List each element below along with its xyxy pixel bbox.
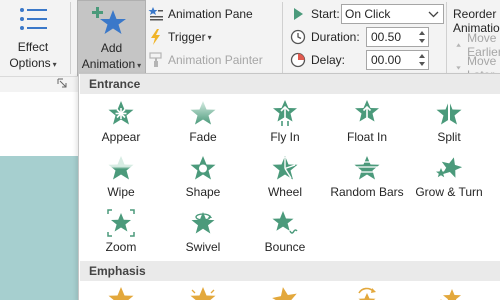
effect-label: Fade <box>189 130 217 144</box>
duration-spinner[interactable]: 00.50 <box>366 27 429 47</box>
emphasis-spin-icon[interactable] <box>353 285 381 300</box>
float-in-icon <box>355 100 379 122</box>
emphasis-grow-shrink-icon[interactable] <box>435 285 463 300</box>
clock-icon <box>290 29 306 45</box>
effect-label: Wheel <box>267 185 302 199</box>
chevron-down-icon: ▾ <box>137 61 142 70</box>
random-bars-icon <box>354 156 380 180</box>
add-animation-star-icon <box>92 7 126 34</box>
grow-and-turn-icon <box>436 157 463 178</box>
spinner-arrows-icon[interactable] <box>418 52 426 68</box>
effect-options-icon <box>20 8 47 30</box>
effect-options-label-line2: Options <box>9 56 51 70</box>
start-dropdown[interactable]: On Click <box>341 4 444 24</box>
effect-label: Grow & Turn <box>415 185 483 199</box>
dialog-launcher-icon[interactable] <box>57 78 67 88</box>
group-separator <box>446 2 447 74</box>
trigger-button[interactable]: Trigger ▾ <box>148 27 212 47</box>
triangle-down-icon <box>456 66 461 70</box>
animation-pane-button[interactable]: Animation Pane <box>148 4 253 24</box>
play-icon <box>294 8 303 20</box>
triangle-up-icon <box>456 43 461 47</box>
start-value: On Click <box>345 7 391 21</box>
appear-icon <box>108 101 134 125</box>
add-animation-button[interactable]: Add Animation ▾ <box>77 0 146 76</box>
trigger-label: Trigger <box>168 30 206 44</box>
group-separator <box>70 2 71 74</box>
spinner-arrows-icon[interactable] <box>418 29 426 45</box>
animation-pane-label: Animation Pane <box>168 7 253 21</box>
emphasis-pulse-icon[interactable] <box>107 285 135 300</box>
chevron-down-icon: ▾ <box>207 32 212 42</box>
effect-label: Wipe <box>107 185 135 199</box>
effect-float-in[interactable]: Float In <box>325 99 409 153</box>
duration-label: Duration: <box>311 30 360 44</box>
fade-icon <box>190 101 216 125</box>
chevron-down-icon <box>428 11 439 18</box>
effect-fly-in[interactable]: Fly In <box>243 99 327 153</box>
animation-pane-icon <box>148 7 163 21</box>
swivel-icon <box>191 212 215 234</box>
effect-label: Fly In <box>270 130 300 144</box>
effect-label: Split <box>437 130 461 144</box>
paintbrush-icon <box>149 52 162 67</box>
effect-wheel[interactable]: Wheel <box>243 154 327 208</box>
fly-in-icon <box>273 100 297 126</box>
effect-zoom[interactable]: Zoom <box>79 209 163 263</box>
effect-label: Zoom <box>105 240 137 254</box>
chevron-down-icon: ▾ <box>52 60 57 69</box>
effect-wipe[interactable]: Wipe <box>79 154 163 208</box>
effect-swivel[interactable]: Swivel <box>161 209 245 263</box>
delay-value: 00.00 <box>371 53 402 67</box>
add-animation-label-line2: Animation <box>81 57 136 71</box>
delay-spinner[interactable]: 00.00 <box>366 50 429 70</box>
effect-appear[interactable]: Appear <box>79 99 163 153</box>
group-separator <box>282 2 283 74</box>
effect-fade[interactable]: Fade <box>161 99 245 153</box>
emphasis-teeter-icon[interactable] <box>271 285 299 300</box>
zoom-icon <box>107 209 135 237</box>
slide-background[interactable] <box>0 156 78 300</box>
effect-random-bars[interactable]: Random Bars <box>325 154 409 208</box>
effect-label: Swivel <box>185 240 221 254</box>
shape-icon <box>190 156 216 180</box>
animation-painter-label: Animation Painter <box>168 53 263 67</box>
duration-value: 00.50 <box>371 30 402 44</box>
animation-painter-button[interactable]: Animation Painter <box>148 50 263 70</box>
delay-clock-icon <box>290 52 306 68</box>
effect-label: Bounce <box>264 240 306 254</box>
effect-grow-and-turn[interactable]: Grow & Turn <box>407 154 491 208</box>
lightning-icon <box>151 29 160 45</box>
effect-label: Appear <box>101 130 141 144</box>
wheel-icon <box>272 156 298 180</box>
effect-options-button[interactable]: Effect Options ▾ <box>0 0 66 76</box>
effect-options-label-line1: Effect <box>17 40 49 54</box>
wipe-icon <box>108 156 134 180</box>
effect-label: Shape <box>185 185 221 199</box>
start-label: Start: <box>311 7 340 21</box>
entrance-section-header: Entrance <box>80 74 500 94</box>
add-animation-label-line1: Add <box>100 41 123 55</box>
bounce-icon <box>272 211 298 234</box>
effect-split[interactable]: Split <box>407 99 491 153</box>
effect-bounce[interactable]: Bounce <box>243 209 327 263</box>
emphasis-section-header: Emphasis <box>80 261 500 281</box>
effect-label: Float In <box>346 130 388 144</box>
split-icon <box>436 101 462 125</box>
animation-gallery: Entrance Appear Fade Fly In Float In Spl… <box>78 73 500 300</box>
effect-label: Random Bars <box>330 185 404 199</box>
effect-shape[interactable]: Shape <box>161 154 245 208</box>
emphasis-color-pulse-icon[interactable] <box>189 285 217 300</box>
delay-label: Delay: <box>311 53 346 67</box>
